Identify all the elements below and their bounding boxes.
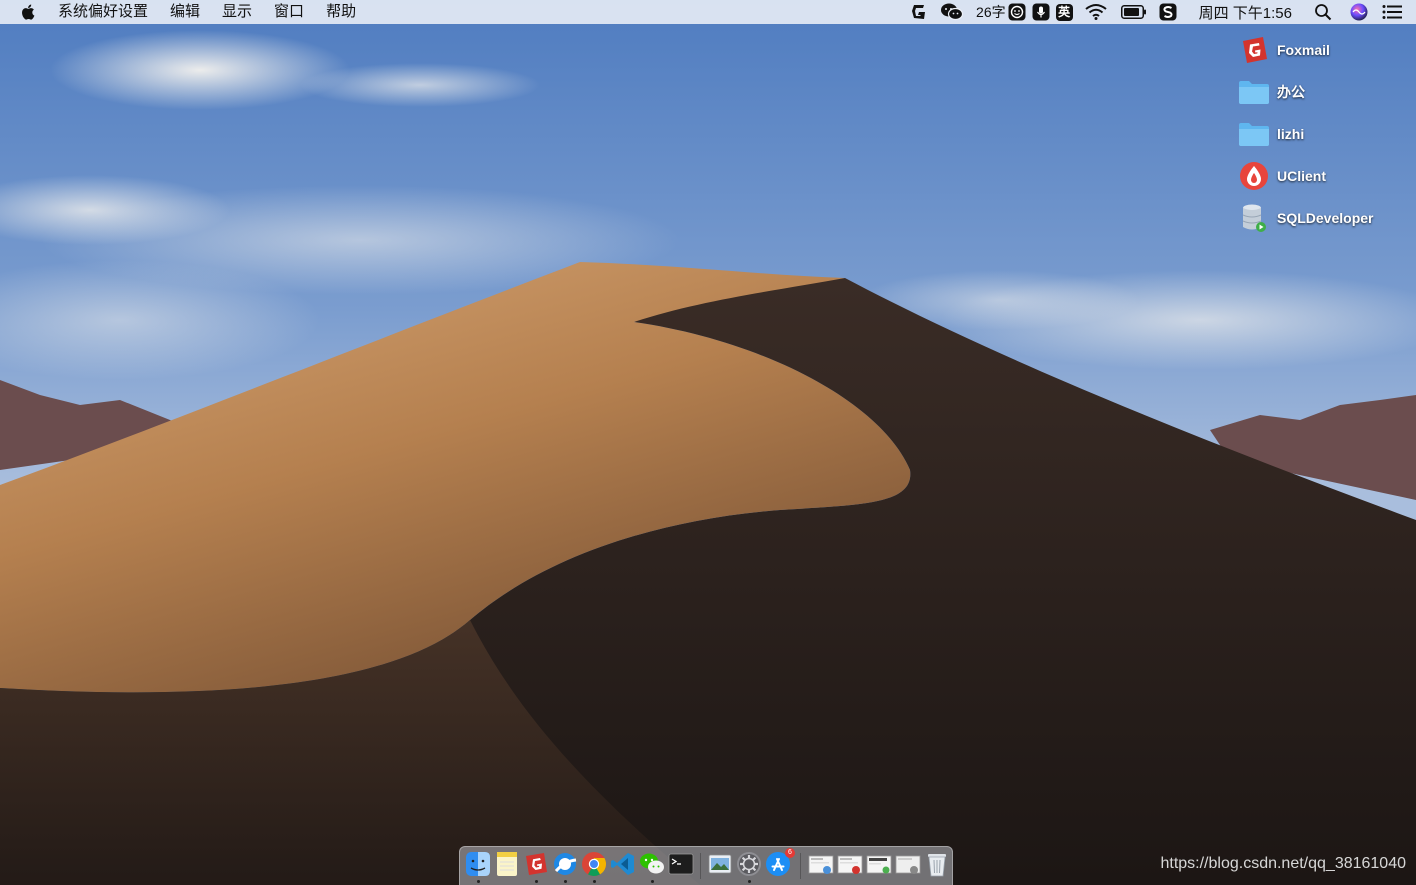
menu-app-name[interactable]: 系统偏好设置 (52, 0, 159, 24)
desktop-icon-foxmail[interactable]: Foxmail (1238, 33, 1330, 67)
desktop-icon-label: 办公 (1277, 84, 1305, 100)
document-icon (808, 855, 834, 874)
face-icon[interactable] (1008, 0, 1026, 24)
desktop-icon-label: Foxmail (1277, 42, 1330, 58)
menu-window[interactable]: 窗口 (263, 0, 315, 24)
vscode-icon (611, 853, 634, 875)
database-icon (1238, 202, 1270, 234)
menu-help[interactable]: 帮助 (315, 0, 367, 24)
menu-clock[interactable]: 周四 下午1:56 (1199, 2, 1292, 23)
dock-preview[interactable] (707, 851, 733, 877)
wechat-icon (640, 853, 664, 874)
dock-document-3[interactable] (866, 851, 892, 877)
mic-icon[interactable] (1032, 0, 1050, 24)
dock-foxmail[interactable] (523, 851, 549, 877)
dock-separator (800, 853, 801, 879)
dock-qq-browser[interactable] (552, 851, 578, 877)
uclient-icon (1238, 160, 1270, 192)
dock-chrome[interactable] (581, 851, 607, 877)
dock-wechat[interactable] (639, 851, 665, 877)
dock-notes[interactable] (494, 851, 520, 877)
battery-icon[interactable] (1120, 0, 1147, 24)
terminal-icon (668, 853, 694, 875)
dock-document-4[interactable] (895, 851, 921, 877)
dock-separator (700, 853, 701, 879)
search-icon[interactable] (1314, 0, 1332, 24)
app-store-badge: 6 (785, 848, 795, 858)
apple-icon[interactable] (20, 3, 38, 21)
menu-edit[interactable]: 编辑 (159, 0, 211, 24)
running-indicator (593, 880, 596, 883)
desktop-icon-label: SQLDeveloper (1277, 210, 1374, 226)
dock: 6 (459, 846, 953, 885)
desktop-icon-folder-bangong[interactable]: 办公 (1238, 75, 1305, 109)
dock-vscode[interactable] (610, 851, 636, 877)
finder-icon (466, 852, 490, 876)
trash-icon (928, 854, 946, 877)
preview-icon (708, 854, 732, 874)
dock-trash[interactable] (924, 851, 950, 877)
ime-icon[interactable]: 英 (1055, 0, 1073, 24)
document-screen-icon (866, 855, 892, 874)
running-indicator (535, 880, 538, 883)
dock-document-1[interactable] (808, 851, 834, 877)
watermark: https://blog.csdn.net/qq_38161040 (1160, 855, 1406, 872)
menu-view[interactable]: 显示 (211, 0, 263, 24)
running-indicator (564, 880, 567, 883)
qq-browser-icon (554, 853, 577, 875)
foxmail-status-icon[interactable] (909, 0, 929, 24)
folder-icon (1238, 76, 1270, 108)
document-settings-icon (895, 855, 921, 874)
menu-bar: 系统偏好设置 编辑 显示 窗口 帮助 26字 英 周四 下午1:56 (0, 0, 1416, 24)
gear-icon (737, 852, 761, 876)
running-indicator (477, 880, 480, 883)
desktop-icon-label: lizhi (1277, 126, 1305, 142)
sogou-icon[interactable] (1159, 0, 1177, 24)
desktop-icon-sqldeveloper[interactable]: SQLDeveloper (1238, 201, 1373, 235)
desktop-icon-label: UClient (1277, 168, 1326, 184)
word-count: 26字 (976, 4, 1006, 20)
dock-app-store[interactable]: 6 (765, 848, 795, 877)
running-indicator (651, 880, 654, 883)
foxmail-icon (526, 853, 547, 875)
desktop-icon-uclient[interactable]: UClient (1238, 159, 1326, 193)
dock-finder[interactable] (465, 851, 491, 877)
desktop-wallpaper (0, 0, 1416, 885)
dock-document-2[interactable] (837, 851, 863, 877)
running-indicator (748, 880, 751, 883)
notes-icon (497, 852, 517, 876)
notification-list-icon[interactable] (1382, 0, 1402, 24)
ime-label: 英 (1055, 3, 1073, 21)
foxmail-icon (1238, 34, 1270, 66)
chrome-icon (582, 852, 607, 877)
wechat-icon[interactable] (940, 0, 964, 24)
siri-icon[interactable] (1350, 0, 1368, 24)
document-mail-icon (837, 855, 863, 874)
wifi-icon[interactable] (1085, 0, 1107, 24)
folder-icon (1238, 118, 1270, 150)
dock-system-preferences[interactable] (736, 851, 762, 877)
dock-terminal[interactable] (668, 851, 694, 877)
desktop-icon-folder-lizhi[interactable]: lizhi (1238, 117, 1304, 151)
